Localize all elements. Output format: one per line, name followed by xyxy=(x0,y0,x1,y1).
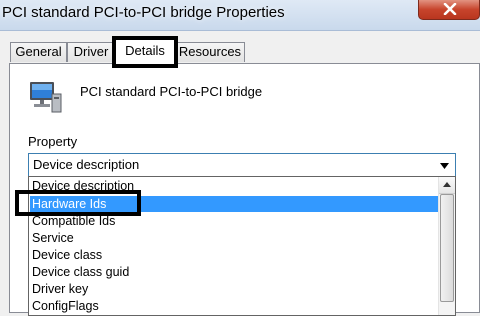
property-options-list[interactable]: Device description Hardware Ids Compatib… xyxy=(28,176,456,316)
property-dropdown[interactable]: Device description xyxy=(28,153,456,177)
list-item-device-description[interactable]: Device description xyxy=(30,178,439,194)
details-panel: PCI standard PCI-to-PCI bridge Property … xyxy=(9,63,480,316)
monitor-computer-icon xyxy=(30,82,62,113)
title-bar: PCI standard PCI-to-PCI bridge Propertie… xyxy=(0,0,480,31)
list-item-device-class-guid[interactable]: Device class guid xyxy=(30,264,439,280)
list-item-service[interactable]: Service xyxy=(30,230,439,246)
list-item-hardware-ids[interactable]: Hardware Ids xyxy=(30,196,439,212)
property-dropdown-value: Device description xyxy=(33,157,140,172)
tab-resources[interactable]: Resources xyxy=(175,42,245,62)
tab-details[interactable]: Details xyxy=(115,39,175,64)
property-label: Property xyxy=(28,134,78,149)
list-scrollbar[interactable] xyxy=(438,177,455,315)
list-item-driver-key[interactable]: Driver key xyxy=(30,281,439,297)
list-item-compatible-ids[interactable]: Compatible Ids xyxy=(30,213,439,229)
window-title: PCI standard PCI-to-PCI bridge Propertie… xyxy=(2,4,285,21)
close-button[interactable] xyxy=(418,0,480,20)
tab-general[interactable]: General xyxy=(10,42,67,62)
arrow-up-icon xyxy=(443,182,451,187)
tab-driver[interactable]: Driver xyxy=(67,42,115,62)
scroll-up-button[interactable] xyxy=(439,177,455,194)
scroll-thumb[interactable] xyxy=(440,194,454,302)
close-icon xyxy=(443,3,457,15)
device-name: PCI standard PCI-to-PCI bridge xyxy=(80,84,263,99)
chevron-down-icon xyxy=(440,163,449,169)
tab-strip: General Driver Details Resources xyxy=(0,30,480,64)
list-item-configflags[interactable]: ConfigFlags xyxy=(30,298,439,314)
list-item-device-class[interactable]: Device class xyxy=(30,247,439,263)
